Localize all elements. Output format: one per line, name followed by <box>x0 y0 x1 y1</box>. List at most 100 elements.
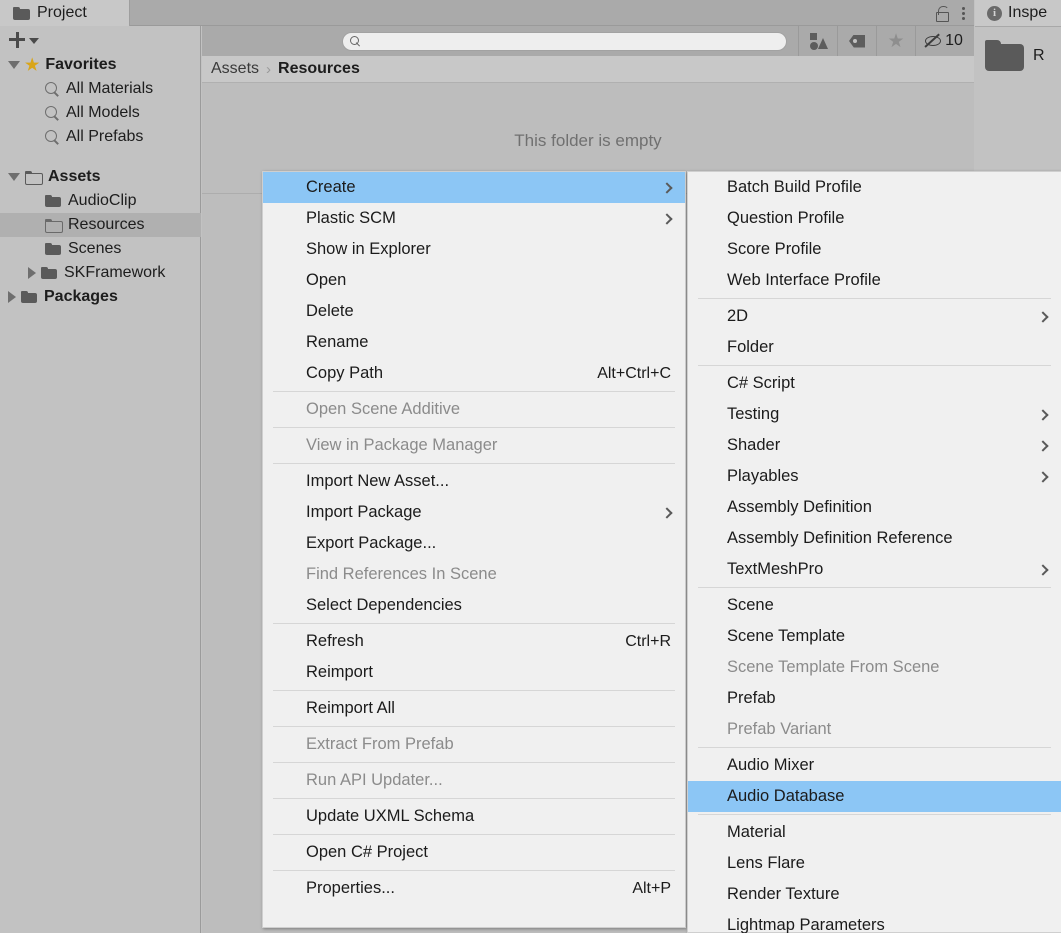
search-icon <box>45 81 60 97</box>
create-item-folder[interactable]: Folder <box>688 332 1061 363</box>
inspector-asset-header: R <box>985 40 1045 71</box>
create-item-prefab-variant: Prefab Variant <box>688 714 1061 745</box>
menu-item-reimport[interactable]: Reimport <box>263 657 685 688</box>
folder-open-icon <box>25 171 43 185</box>
menu-item-delete[interactable]: Delete <box>263 296 685 327</box>
tree-item-resources[interactable]: Resources <box>0 213 201 237</box>
kebab-menu-icon[interactable] <box>962 5 966 21</box>
menu-item-import-package[interactable]: Import Package <box>263 497 685 528</box>
tree-item-favorites[interactable]: ★ Favorites <box>0 53 201 77</box>
menu-item-extract-from-prefab: Extract From Prefab <box>263 729 685 760</box>
menu-item-label: 2D <box>727 307 749 325</box>
tree-item-assets[interactable]: Assets <box>0 165 201 189</box>
menu-separator <box>273 690 675 691</box>
create-item-web-interface-profile[interactable]: Web Interface Profile <box>688 265 1061 296</box>
create-item-scene-template-from-scene: Scene Template From Scene <box>688 652 1061 683</box>
tree-item-all-materials[interactable]: All Materials <box>0 77 201 101</box>
tree-item-audioclip[interactable]: AudioClip <box>0 189 201 213</box>
tree-item-all-prefabs[interactable]: All Prefabs <box>0 125 201 149</box>
create-item-playables[interactable]: Playables <box>688 461 1061 492</box>
tree-item-packages[interactable]: Packages <box>0 285 201 309</box>
triangle-right-icon[interactable] <box>28 267 36 279</box>
chevron-right-icon <box>661 181 673 194</box>
tab-project[interactable]: Project <box>0 0 130 26</box>
unity-editor-window: Project i Inspe R ★ Favorites All Material… <box>0 0 1061 933</box>
label-filter-button[interactable] <box>837 26 876 56</box>
menu-item-export-package[interactable]: Export Package... <box>263 528 685 559</box>
create-item-score-profile[interactable]: Score Profile <box>688 234 1061 265</box>
hidden-packages-button[interactable]: 10 <box>915 26 971 56</box>
menu-separator <box>273 623 675 624</box>
create-item-lightmap-parameters[interactable]: Lightmap Parameters <box>688 910 1061 933</box>
tree-item-scenes[interactable]: Scenes <box>0 237 201 261</box>
create-item-render-texture[interactable]: Render Texture <box>688 879 1061 910</box>
asset-type-filter-button[interactable] <box>798 26 837 56</box>
menu-item-refresh[interactable]: Refresh Ctrl+R <box>263 626 685 657</box>
menu-item-label: Scene Template <box>727 627 846 645</box>
menu-item-open-c#-project[interactable]: Open C# Project <box>263 837 685 868</box>
menu-item-label: Testing <box>727 405 780 423</box>
menu-item-label: TextMeshPro <box>727 560 824 578</box>
favorite-filter-button[interactable]: ★ <box>876 26 915 56</box>
menu-item-import-new-asset[interactable]: Import New Asset... <box>263 466 685 497</box>
menu-item-label: Reimport <box>306 663 373 681</box>
menu-item-reimport-all[interactable]: Reimport All <box>263 693 685 724</box>
tree-item-skframework[interactable]: SKFramework <box>0 261 201 285</box>
menu-item-label: Select Dependencies <box>306 596 462 614</box>
create-item-batch-build-profile[interactable]: Batch Build Profile <box>688 172 1061 203</box>
menu-item-open[interactable]: Open <box>263 265 685 296</box>
create-item-assembly-definition-reference[interactable]: Assembly Definition Reference <box>688 523 1061 554</box>
menu-item-view-in-package-manager: View in Package Manager <box>263 430 685 461</box>
menu-separator <box>698 298 1051 299</box>
menu-separator <box>273 427 675 428</box>
create-item-audio-mixer[interactable]: Audio Mixer <box>688 750 1061 781</box>
tree-item-label: Packages <box>44 288 118 305</box>
menu-item-create[interactable]: Create <box>263 172 685 203</box>
tree-item-label: All Materials <box>66 80 154 97</box>
menu-item-select-dependencies[interactable]: Select Dependencies <box>263 590 685 621</box>
create-item-scene[interactable]: Scene <box>688 590 1061 621</box>
breadcrumb-current[interactable]: Resources <box>278 60 360 78</box>
menu-item-label: View in Package Manager <box>306 436 498 454</box>
menu-item-update-uxml-schema[interactable]: Update UXML Schema <box>263 801 685 832</box>
create-item-question-profile[interactable]: Question Profile <box>688 203 1061 234</box>
folder-icon <box>41 267 57 279</box>
menu-item-copy-path[interactable]: Copy Path Alt+Ctrl+C <box>263 358 685 389</box>
tree-item-label: All Models <box>66 104 140 121</box>
create-item-testing[interactable]: Testing <box>688 399 1061 430</box>
menu-item-label: Score Profile <box>727 240 822 258</box>
menu-item-label: Audio Database <box>727 787 845 805</box>
triangle-down-icon[interactable] <box>8 173 20 181</box>
create-item-2d[interactable]: 2D <box>688 301 1061 332</box>
menu-item-label: Extract From Prefab <box>306 735 454 753</box>
menu-item-properties[interactable]: Properties... Alt+P <box>263 873 685 904</box>
tab-inspector[interactable]: i Inspe <box>975 0 1061 26</box>
create-item-audio-database[interactable]: Audio Database <box>688 781 1061 812</box>
tree-item-all-models[interactable]: All Models <box>0 101 201 125</box>
menu-separator <box>273 834 675 835</box>
create-item-material[interactable]: Material <box>688 817 1061 848</box>
create-item-c#-script[interactable]: C# Script <box>688 368 1061 399</box>
menu-item-show-in-explorer[interactable]: Show in Explorer <box>263 234 685 265</box>
create-item-prefab[interactable]: Prefab <box>688 683 1061 714</box>
menu-separator <box>273 762 675 763</box>
menu-item-rename[interactable]: Rename <box>263 327 685 358</box>
create-item-assembly-definition[interactable]: Assembly Definition <box>688 492 1061 523</box>
menu-item-label: Shader <box>727 436 781 454</box>
triangle-right-icon[interactable] <box>8 291 16 303</box>
triangle-down-icon[interactable] <box>8 61 20 69</box>
menu-item-shortcut: Alt+P <box>632 879 671 897</box>
create-item-textmeshpro[interactable]: TextMeshPro <box>688 554 1061 585</box>
chevron-down-icon[interactable] <box>29 38 39 44</box>
create-item-scene-template[interactable]: Scene Template <box>688 621 1061 652</box>
lock-icon[interactable] <box>936 6 949 22</box>
search-input[interactable] <box>342 32 787 51</box>
menu-separator <box>698 747 1051 748</box>
tree-item-label: Favorites <box>45 56 117 73</box>
breadcrumb-assets[interactable]: Assets <box>211 60 259 78</box>
create-item-lens-flare[interactable]: Lens Flare <box>688 848 1061 879</box>
plus-icon[interactable] <box>9 31 25 48</box>
menu-item-plastic-scm[interactable]: Plastic SCM <box>263 203 685 234</box>
create-item-shader[interactable]: Shader <box>688 430 1061 461</box>
